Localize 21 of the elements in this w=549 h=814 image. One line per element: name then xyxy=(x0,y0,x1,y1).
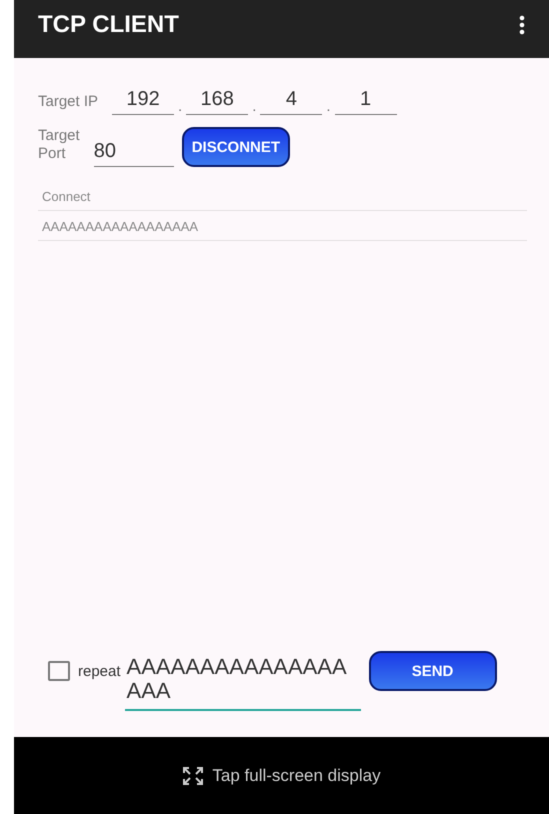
message-field[interactable]: AAAAAAAAAAAAAAAAAA xyxy=(124,651,361,711)
port-field[interactable]: 80 xyxy=(94,140,174,167)
target-ip-label: Target IP xyxy=(38,93,98,111)
ip-separator: . xyxy=(326,98,331,115)
send-button[interactable]: SEND xyxy=(368,651,497,691)
received-text: AAAAAAAAAAAAAAAAAA xyxy=(38,211,527,241)
log-label: Connect xyxy=(38,181,527,211)
target-port-label: Target Port xyxy=(38,127,80,163)
ip-octet-field[interactable]: 1 xyxy=(334,88,397,115)
ip-octet-field[interactable]: 192 xyxy=(112,88,174,115)
repeat-label: repeat xyxy=(78,663,121,680)
app-title: TCP CLIENT xyxy=(38,11,179,39)
more-options-icon[interactable] xyxy=(519,15,525,35)
ip-octet-field[interactable]: 4 xyxy=(260,88,322,115)
ip-octet-field[interactable]: 168 xyxy=(186,88,248,115)
full-screen-hint[interactable]: Tap full-screen display xyxy=(212,766,381,786)
expand-icon[interactable] xyxy=(182,766,204,786)
disconnect-button[interactable]: DISCONNET xyxy=(182,127,290,167)
ip-separator: . xyxy=(178,98,182,115)
ip-separator: . xyxy=(252,98,256,115)
repeat-checkbox[interactable] xyxy=(48,661,70,681)
